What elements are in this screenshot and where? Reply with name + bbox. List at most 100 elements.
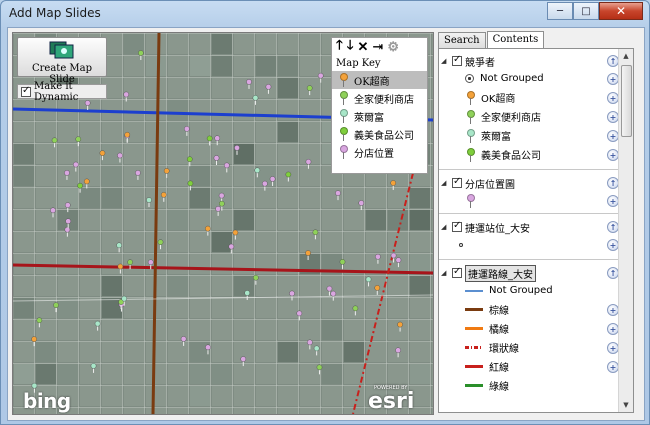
map-block — [102, 188, 122, 208]
map-block — [212, 34, 232, 54]
station-dot-icon — [459, 242, 463, 247]
pin-icon — [465, 147, 475, 162]
title-bar[interactable]: Add Map Slides ─ □ ✕ — [1, 1, 649, 27]
layer-item[interactable]: 橘線 + — [441, 319, 619, 338]
minimize-button[interactable]: ─ — [547, 2, 573, 20]
collapse-triangle-icon[interactable]: ◢ — [441, 269, 449, 277]
map-key-item[interactable]: 義美食品公司 — [332, 125, 427, 143]
line-symbol-icon — [465, 384, 483, 387]
layer-group-branches: ◢ 分店位置圖 ↑ + — [441, 175, 619, 210]
line-symbol-icon — [465, 346, 483, 349]
map-block — [168, 122, 188, 142]
tab-strip: Search Contents — [438, 31, 545, 53]
add-map-slides-window: Add Map Slides ─ □ ✕ Create Map Slide ✓ … — [0, 0, 650, 425]
map-block — [168, 276, 188, 296]
line-symbol-icon — [465, 308, 483, 311]
map-block — [278, 56, 298, 76]
map-block — [278, 78, 298, 98]
scroll-down-icon[interactable]: ▼ — [619, 398, 633, 412]
collapse-triangle-icon[interactable]: ◢ — [441, 57, 449, 65]
map-block — [102, 276, 122, 296]
map-block — [322, 320, 342, 340]
not-grouped-item[interactable]: Not Grouped + — [441, 69, 619, 88]
layer-item[interactable]: 萊爾富 + — [441, 126, 619, 145]
map-key-panel: 🡑 🡓 ✕ ⇥ ⚙ Map Key OK超商 全家便利商店 萊爾富 義美食品公司… — [331, 37, 428, 174]
map-block — [234, 210, 254, 230]
layer-group-header[interactable]: ◢ 分店位置圖 ↑ — [441, 175, 619, 191]
collapse-icon[interactable]: ⇥ — [372, 40, 383, 55]
collapse-triangle-icon[interactable]: ◢ — [441, 223, 449, 231]
layer-visibility-checkbox[interactable] — [452, 220, 462, 232]
map-block — [124, 320, 144, 340]
map-key-item[interactable]: 全家便利商店 — [332, 89, 427, 107]
move-down-icon[interactable]: 🡓 — [347, 36, 354, 58]
scroll-up-icon[interactable]: ▲ — [619, 49, 633, 63]
map-key-item[interactable]: 萊爾富 — [332, 107, 427, 125]
layer-item[interactable]: 義美食品公司 + — [441, 145, 619, 164]
divider — [439, 213, 619, 214]
layer-visibility-checkbox[interactable] — [452, 54, 462, 66]
pin-icon — [338, 145, 348, 159]
layer-group-header[interactable]: ◢ 競爭者 ↑ — [441, 53, 619, 69]
map-block — [322, 364, 342, 384]
layer-group-competitors: ◢ 競爭者 ↑ Not Grouped+ OK超商+ 全家便利商店+ 萊爾富+ … — [441, 53, 619, 164]
map-key-item[interactable]: 分店位置 — [332, 143, 427, 161]
layer-item[interactable]: + — [441, 235, 619, 254]
layer-item[interactable]: 全家便利商店 + — [441, 107, 619, 126]
remove-icon[interactable]: ✕ — [358, 40, 369, 55]
make-dynamic-checkbox[interactable]: Make it Dynamic — [17, 81, 107, 103]
maximize-button[interactable]: □ — [573, 2, 599, 20]
contents-panel: ◢ 競爭者 ↑ Not Grouped+ OK超商+ 全家便利商店+ 萊爾富+ … — [438, 48, 634, 413]
layer-item[interactable]: OK超商 + — [441, 88, 619, 107]
map-block — [366, 210, 386, 230]
pin-icon — [465, 128, 475, 143]
layer-group-header[interactable]: ◢ 捷運站位_大安 ↑ — [441, 219, 619, 235]
map-block — [102, 166, 122, 186]
layer-item[interactable]: 棕線 + — [441, 300, 619, 319]
pin-icon — [465, 109, 475, 124]
map-block — [212, 364, 232, 384]
pin-icon — [465, 193, 475, 208]
layer-item[interactable]: 環狀線 + — [441, 338, 619, 357]
layer-item[interactable]: 紅線 + — [441, 357, 619, 376]
scroll-thumb[interactable] — [621, 65, 632, 137]
map-block — [234, 276, 254, 296]
divider — [439, 169, 619, 170]
map-block — [14, 166, 34, 186]
layer-visibility-checkbox[interactable] — [452, 266, 462, 278]
map-block — [14, 144, 34, 164]
layer-item[interactable]: + — [441, 191, 619, 210]
map-block — [344, 342, 364, 362]
map-block — [168, 210, 188, 230]
create-map-slide-button[interactable]: Create Map Slide — [17, 37, 107, 85]
map-block — [278, 122, 298, 142]
map-key-title: Map Key — [336, 58, 381, 69]
pin-icon — [338, 91, 348, 105]
collapse-triangle-icon[interactable]: ◢ — [441, 179, 449, 187]
divider — [439, 259, 619, 260]
move-up-icon[interactable]: 🡑 — [336, 36, 343, 58]
map-block — [190, 364, 210, 384]
bing-logo: bing — [23, 389, 71, 413]
map-block — [14, 364, 34, 384]
map-key-item[interactable]: OK超商 — [332, 71, 427, 89]
client-area: Create Map Slide Make it Dynamic 🡑 🡓 ✕ ⇥… — [7, 27, 645, 421]
pin-icon — [338, 109, 348, 123]
close-button[interactable]: ✕ — [599, 2, 643, 20]
layer-item[interactable]: 綠線 — [441, 376, 619, 395]
map-block — [190, 188, 210, 208]
gear-icon[interactable]: ⚙ — [387, 40, 399, 55]
map-block — [80, 188, 100, 208]
map-block — [58, 298, 78, 318]
layer-group-header[interactable]: ◢ 捷運路線_大安 ↑ — [441, 264, 619, 282]
vertical-scrollbar[interactable]: ▲ ▼ — [618, 49, 633, 412]
map-block — [256, 56, 276, 76]
tab-search[interactable]: Search — [438, 32, 486, 49]
window-title: Add Map Slides — [9, 6, 101, 20]
not-grouped-item[interactable]: Not Grouped — [441, 281, 619, 300]
map-block — [410, 276, 430, 296]
map-block — [410, 254, 430, 274]
map-view[interactable]: Create Map Slide Make it Dynamic 🡑 🡓 ✕ ⇥… — [12, 32, 434, 415]
layer-visibility-checkbox[interactable] — [452, 176, 462, 188]
map-block — [388, 210, 408, 230]
